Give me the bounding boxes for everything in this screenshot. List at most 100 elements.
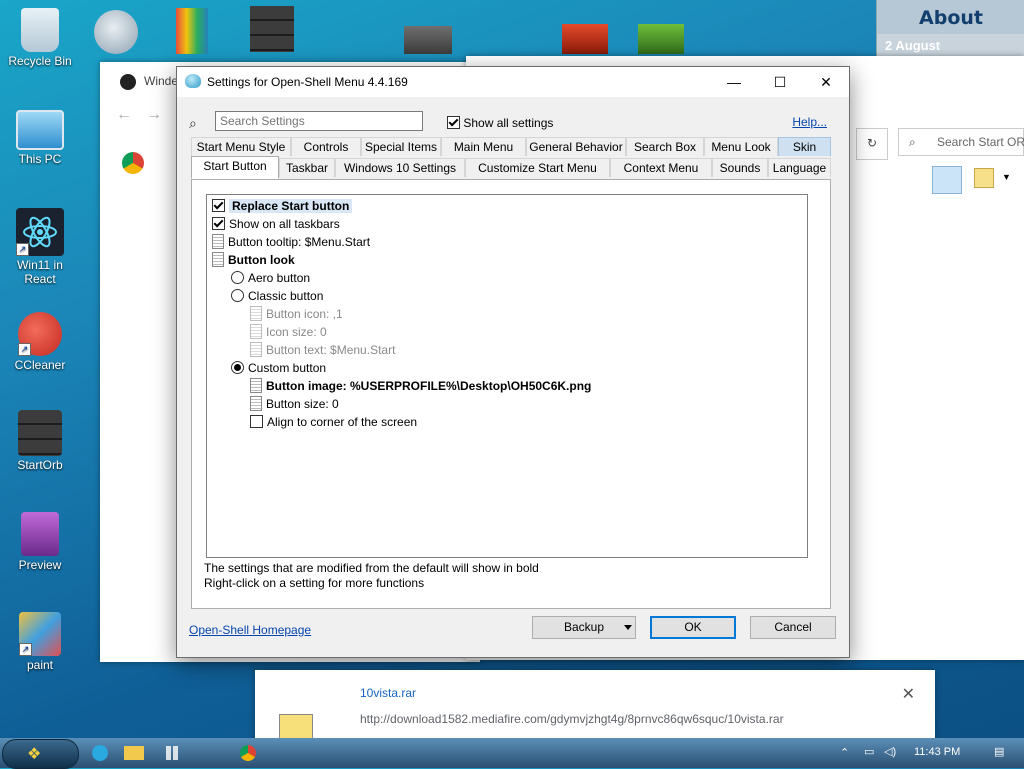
taskbar-edge-icon[interactable] — [92, 745, 108, 761]
show-all-label: Show all settings — [463, 115, 554, 130]
setting-label: Aero button — [248, 270, 311, 285]
back-icon[interactable]: ← — [116, 106, 132, 124]
tab-controls[interactable]: Controls — [291, 137, 361, 156]
desktop-icon-gray-folder[interactable] — [404, 26, 452, 54]
setting-document-icon — [250, 378, 262, 394]
clock[interactable]: 11:43 PM — [914, 746, 960, 758]
chevron-down-icon[interactable]: ▼ — [1002, 172, 1011, 182]
taskbar-explorer-icon[interactable] — [124, 746, 144, 760]
setting-document-icon — [250, 342, 262, 358]
tab-menu-look[interactable]: Menu Look — [704, 137, 778, 156]
desktop-icon-circle-app[interactable] — [94, 10, 138, 54]
setting-button-size[interactable]: Button size: 0 — [250, 394, 339, 412]
desktop-icon-label: This PC — [18, 152, 62, 166]
chevron-up-icon[interactable]: ⌃ — [840, 746, 849, 759]
setting-document-icon — [250, 396, 262, 412]
desktop-icon-ccleaner[interactable]: ↗ CCleaner — [0, 312, 80, 372]
setting-label: Custom button — [248, 360, 327, 375]
chevron-down-icon — [624, 625, 632, 630]
search-settings-input[interactable] — [215, 111, 423, 131]
close-icon[interactable]: ✕ — [902, 684, 915, 704]
settings-tree[interactable]: Replace Start button Show on all taskbar… — [206, 194, 808, 558]
tab-customize-start-menu[interactable]: Customize Start Menu — [465, 158, 610, 177]
backup-button[interactable]: Backup — [532, 616, 636, 639]
tab-start-menu-style[interactable]: Start Menu Style — [191, 137, 291, 156]
tab-special-items[interactable]: Special Items — [361, 137, 441, 156]
setting-button-image[interactable]: Button image: %USERPROFILE%\Desktop\OH50… — [250, 376, 591, 394]
about-title: About — [877, 0, 1024, 34]
setting-icon-size[interactable]: Icon size: 0 — [250, 322, 327, 340]
start-button[interactable]: ❖ — [2, 739, 79, 769]
setting-show-on-all-taskbars[interactable]: Show on all taskbars — [212, 214, 340, 232]
computer-icon — [16, 110, 64, 150]
close-button[interactable]: ✕ — [803, 67, 849, 97]
checkbox-icon — [447, 116, 460, 130]
windows-logo-icon: ❖ — [27, 746, 42, 763]
tab-taskbar[interactable]: Taskbar — [279, 158, 335, 177]
help-link[interactable]: Help... — [792, 115, 827, 129]
setting-button-icon[interactable]: Button icon: ,1 — [250, 304, 343, 322]
setting-button-look[interactable]: Button look — [212, 250, 295, 268]
desktop-icon-win11-react[interactable]: ↗ Win11 in React — [0, 208, 80, 286]
ok-button[interactable]: OK — [650, 616, 736, 639]
open-shell-icon — [185, 74, 201, 88]
notifications-icon[interactable]: ▤ — [994, 745, 1004, 758]
explorer-search-box[interactable]: ⌕ Search Start ORB — [898, 128, 1024, 156]
shortcut-arrow-icon: ↗ — [19, 643, 32, 656]
desktop-icon-startorb[interactable]: StartOrb — [0, 410, 80, 472]
desktop-icon-recycle-bin[interactable]: Recycle Bin — [0, 8, 80, 68]
volume-icon[interactable]: ◁) — [884, 745, 896, 758]
download-notification: 10vista.rar http://download1582.mediafir… — [255, 670, 935, 748]
tab-context-menu[interactable]: Context Menu — [610, 158, 712, 177]
checkbox-icon — [212, 199, 225, 213]
setting-button-tooltip[interactable]: Button tooltip: $Menu.Start — [212, 232, 370, 250]
setting-label: Button image: %USERPROFILE%\Desktop\OH50… — [266, 378, 592, 393]
tab-language[interactable]: Language — [768, 158, 831, 177]
tab-sounds[interactable]: Sounds — [712, 158, 768, 177]
tab-general-behavior[interactable]: General Behavior — [526, 137, 626, 156]
network-icon[interactable]: ▭ — [864, 745, 874, 758]
radio-selected-icon — [231, 361, 244, 375]
setting-classic-button[interactable]: Classic button — [231, 286, 323, 304]
setting-label: Button text: $Menu.Start — [266, 342, 396, 357]
chrome-icon — [122, 152, 144, 174]
minimize-button[interactable]: — — [711, 67, 757, 97]
tab-skin[interactable]: Skin — [778, 137, 831, 156]
folder-options-icon[interactable] — [974, 168, 994, 188]
startorb-icon — [18, 410, 62, 456]
setting-label: Button look — [228, 252, 295, 267]
desktop-icon-red-image[interactable] — [562, 24, 608, 54]
taskbar-apps-icon[interactable] — [166, 746, 180, 760]
open-shell-homepage-link[interactable]: Open-Shell Homepage — [189, 623, 311, 637]
desktop-icon-this-pc[interactable]: This PC — [0, 110, 80, 166]
tab-search-box[interactable]: Search Box — [626, 137, 704, 156]
taskbar-chrome-icon[interactable] — [240, 745, 256, 761]
desktop-icon-paint[interactable]: ↗ paint — [0, 612, 80, 672]
cancel-button[interactable]: Cancel — [750, 616, 836, 639]
right-click-note: Right-click on a setting for more functi… — [204, 576, 425, 590]
view-pane-icon[interactable] — [932, 166, 962, 194]
refresh-icon[interactable]: ↻ — [856, 128, 888, 160]
tab-main-menu[interactable]: Main Menu — [441, 137, 526, 156]
download-filename[interactable]: 10vista.rar — [360, 686, 416, 700]
checkbox-icon — [250, 415, 263, 429]
tab-start-button[interactable]: Start Button — [191, 156, 279, 179]
tab-windows-10-settings[interactable]: Windows 10 Settings — [335, 158, 465, 177]
radio-icon — [231, 289, 244, 303]
setting-custom-button[interactable]: Custom button — [231, 358, 326, 376]
title-bar[interactable]: Settings for Open-Shell Menu 4.4.169 — ☐… — [177, 67, 849, 97]
about-panel: About 2 August — [876, 0, 1024, 62]
desktop-icon-preview[interactable]: Preview — [0, 512, 80, 572]
setting-replace-start-button[interactable]: Replace Start button — [212, 196, 353, 214]
forward-icon[interactable]: → — [146, 106, 162, 124]
setting-aero-button[interactable]: Aero button — [231, 268, 310, 286]
explorer-search-placeholder: Search Start ORB — [937, 135, 1024, 149]
setting-label: Button icon: ,1 — [266, 306, 343, 321]
setting-button-text[interactable]: Button text: $Menu.Start — [250, 340, 395, 358]
show-all-settings-checkbox[interactable]: Show all settings — [447, 115, 553, 130]
desktop-icon-startorb-2[interactable] — [250, 6, 294, 52]
desktop-icon-pencils[interactable] — [176, 8, 208, 54]
maximize-button[interactable]: ☐ — [757, 67, 803, 97]
desktop-icon-green-image[interactable] — [638, 24, 684, 54]
setting-align-to-corner[interactable]: Align to corner of the screen — [250, 412, 417, 430]
